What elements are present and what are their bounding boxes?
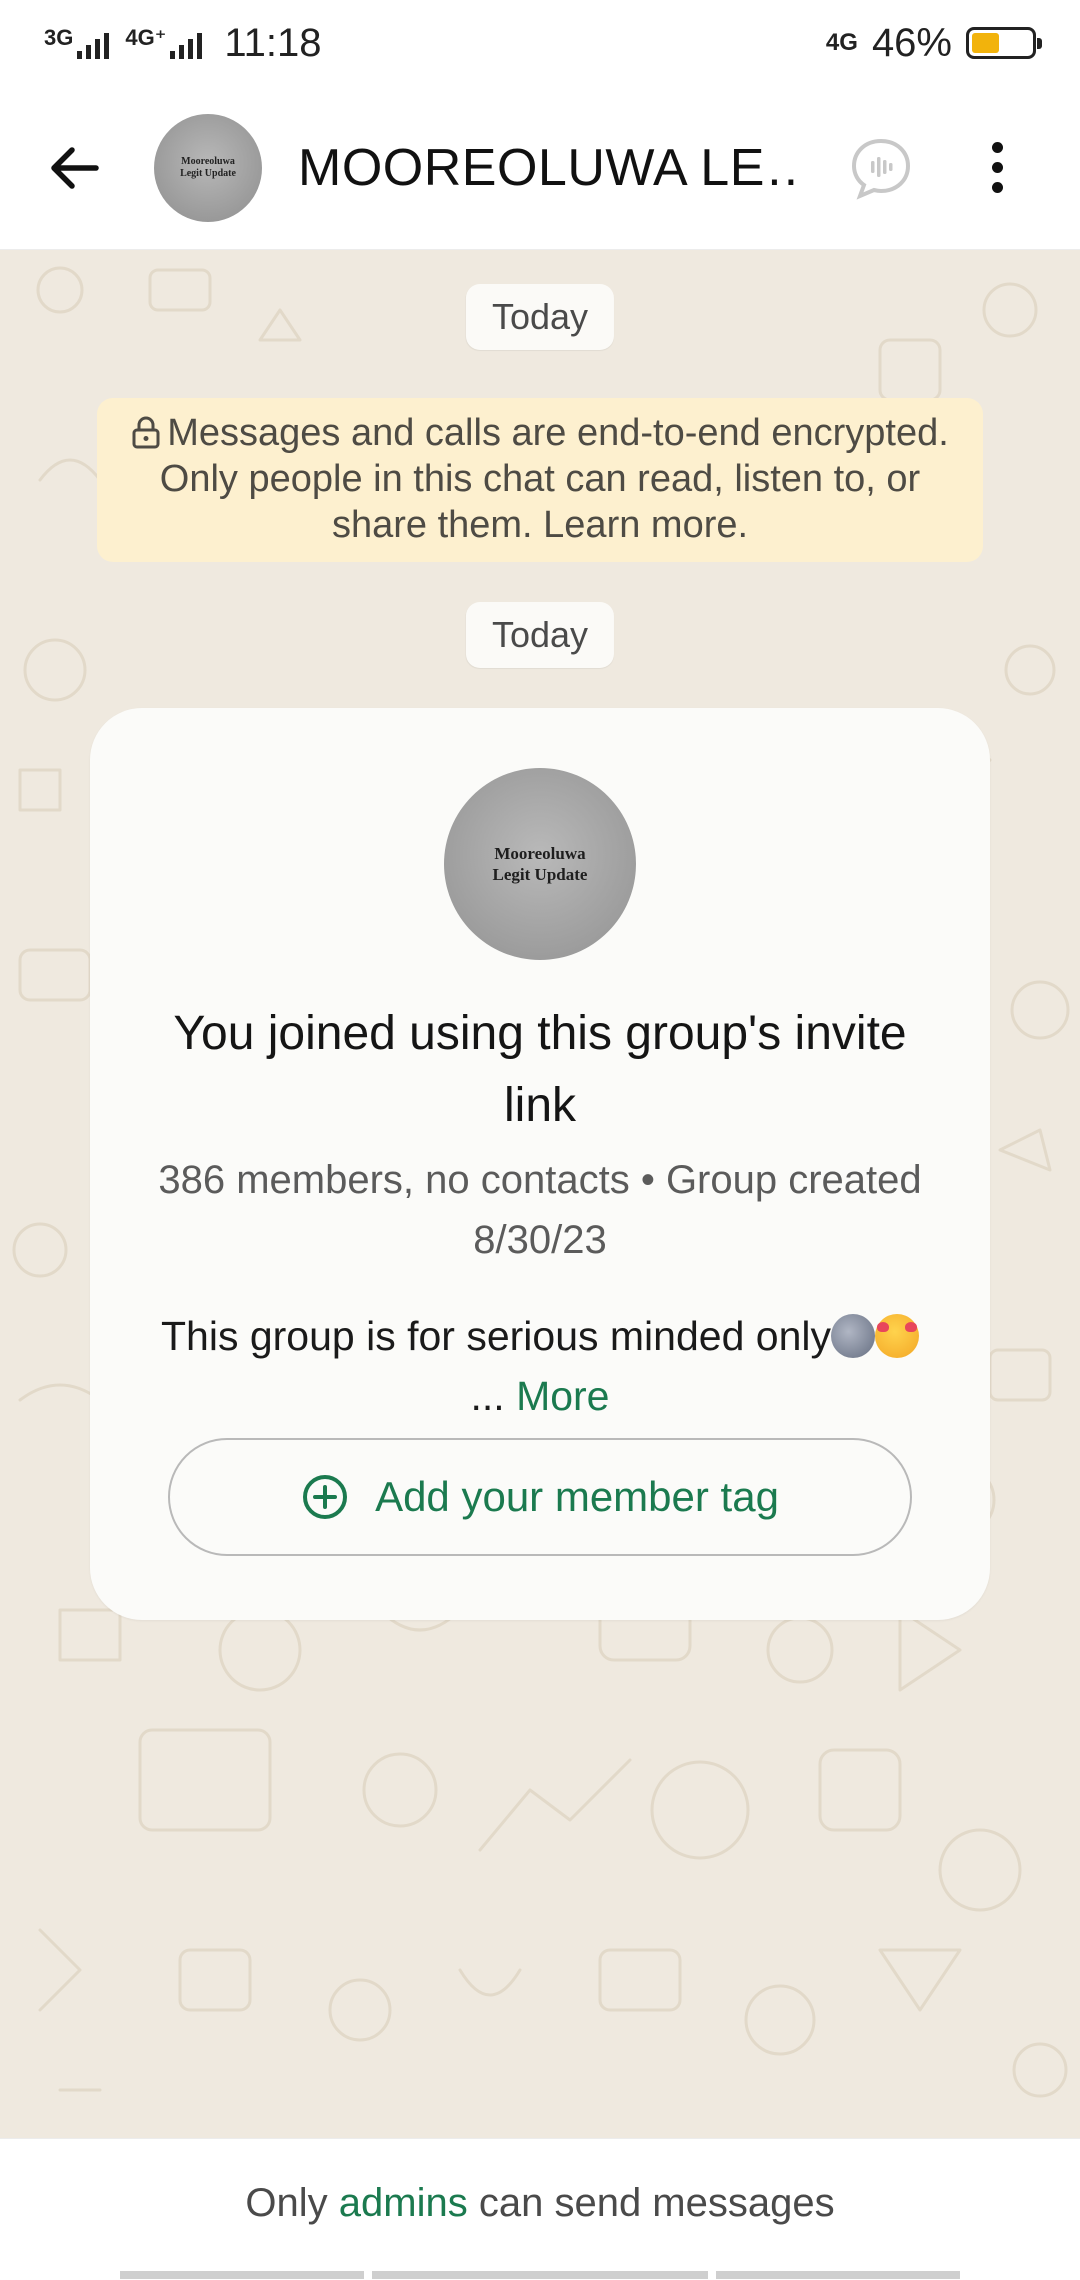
voice-chat-button[interactable] [848, 135, 914, 201]
plus-circle-icon [303, 1475, 348, 1519]
data-4g-icon: 4G [825, 29, 858, 56]
battery-icon [966, 27, 1042, 59]
more-link[interactable]: More [516, 1373, 609, 1419]
group-avatar[interactable]: Mooreoluwa Legit Update [154, 113, 262, 222]
admins-only-notice: Only admins can send messages [0, 2181, 1080, 2226]
battery-percent: 46% [871, 20, 952, 65]
signal-bars-icon [170, 33, 203, 59]
battery-fill [972, 33, 999, 53]
chat-header: Mooreoluwa Legit Update MOOREOLUWA LE… [0, 86, 1080, 250]
net-label-3g: 3G [44, 25, 74, 50]
encryption-notice-text: Messages and calls are end-to-end encryp… [159, 412, 949, 546]
group-description: This group is for serious minded only...… [150, 1306, 930, 1426]
signal-bars-icon [77, 33, 110, 59]
date-chip: Today [465, 602, 615, 668]
add-member-tag-button[interactable]: Add your member tag [168, 1438, 912, 1556]
back-arrow-icon [51, 146, 99, 189]
smiling-face-with-hearts-emoji-icon [874, 1314, 919, 1358]
more-options-button[interactable] [982, 135, 1012, 201]
footer-bar: Only admins can send messages [0, 2138, 1080, 2280]
back-button[interactable] [38, 132, 110, 204]
group-meta-text: 386 members, no contacts • Group created… [158, 1158, 922, 1262]
chat-title[interactable]: MOOREOLUWA LE… [298, 138, 804, 198]
avatar-text: Mooreoluwa Legit Update [492, 844, 588, 884]
net-label-4g: 4G⁺ [125, 25, 167, 50]
group-avatar-large[interactable]: Mooreoluwa Legit Update [444, 768, 636, 960]
signal-4g-indicator: 4G⁺ [125, 25, 203, 59]
group-info-card: Mooreoluwa Legit Update You joined using… [90, 708, 990, 1620]
status-time: 11:18 [224, 20, 322, 65]
new-moon-face-emoji-icon [830, 1314, 875, 1358]
voice-chat-icon [851, 138, 911, 200]
ellipsis: ... [470, 1373, 505, 1419]
signal-3g-indicator: 3G [44, 25, 110, 59]
nav-gesture-segment [716, 2271, 960, 2279]
status-bar: 3G 4G⁺ 11:18 4G 46% [0, 0, 1080, 86]
status-right: 4G 46% [825, 20, 1042, 66]
add-member-tag-label: Add your member tag [375, 1473, 779, 1520]
status-left: 3G 4G⁺ 11:18 [44, 21, 321, 66]
admins-notice-prefix: Only [245, 2181, 328, 2225]
nav-gesture-segment [372, 2271, 708, 2279]
more-vert-icon [991, 142, 1003, 153]
admins-link[interactable]: admins [339, 2181, 468, 2225]
lock-icon [132, 416, 160, 449]
group-description-text: This group is for serious minded only [161, 1313, 831, 1359]
date-chip: Today [465, 284, 615, 350]
nav-gesture-segment [120, 2271, 364, 2279]
encryption-notice[interactable]: Messages and calls are end-to-end encryp… [97, 398, 983, 562]
avatar-text: Mooreoluwa Legit Update [180, 155, 236, 179]
admins-notice-suffix: can send messages [478, 2181, 835, 2225]
chat-area[interactable]: Today Messages and calls are end-to-end … [0, 250, 1080, 2138]
joined-via-invite-text: You joined using this group's invite lin… [173, 1007, 907, 1132]
